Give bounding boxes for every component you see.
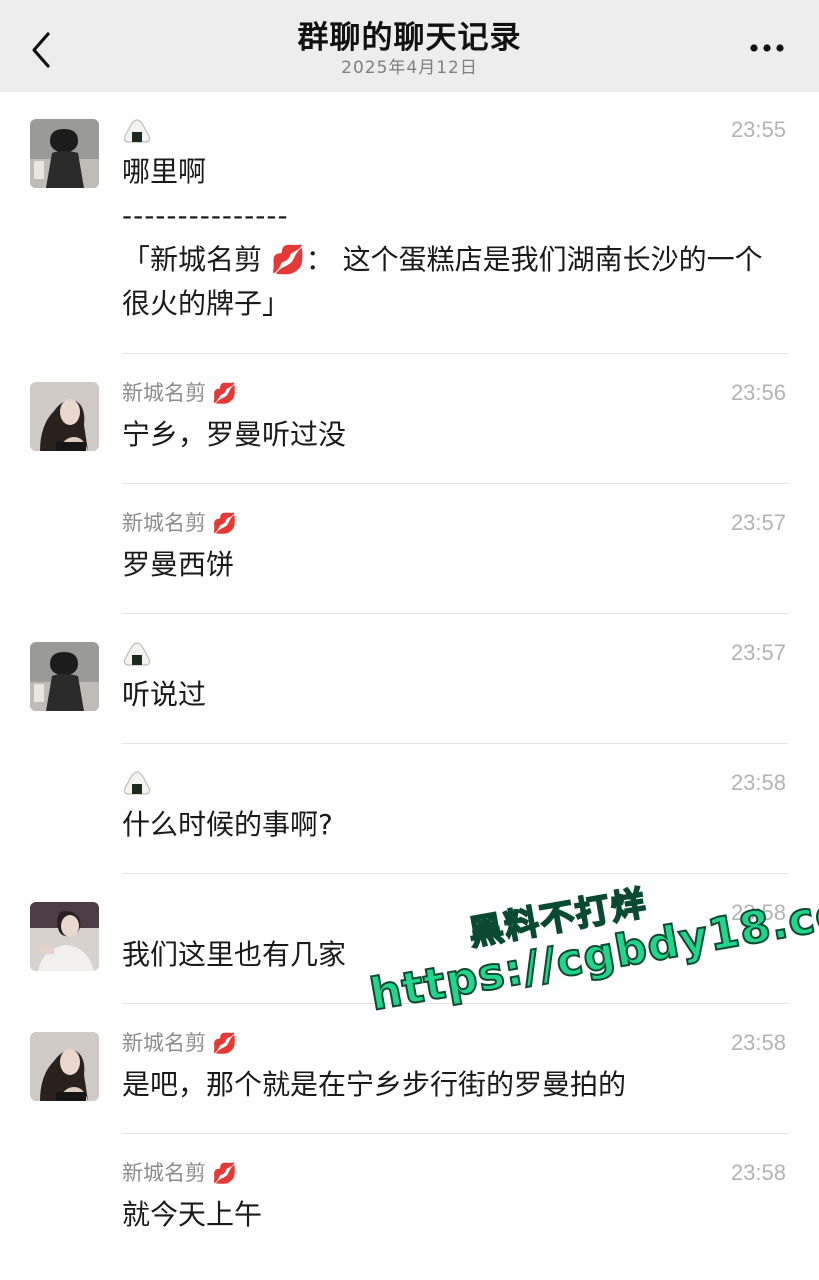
- message-time: 23:58: [730, 770, 786, 795]
- sender-name: [122, 641, 152, 667]
- page-date: 2025年4月12日: [341, 58, 478, 78]
- lips-emoji-icon: 💋: [212, 1161, 237, 1185]
- page-title: 群聊的聊天记录: [297, 20, 522, 56]
- message-time: 23:55: [730, 117, 786, 142]
- divider: [122, 743, 788, 744]
- avatar[interactable]: [30, 902, 99, 971]
- sender-name-text: 新城名剪: [122, 1031, 206, 1055]
- separator-line: ---------------: [122, 199, 289, 232]
- message-text[interactable]: 是吧，那个就是在宁乡步行街的罗曼拍的: [122, 1063, 788, 1107]
- avatar[interactable]: [30, 119, 99, 188]
- sender-name: [122, 770, 152, 796]
- avatar[interactable]: [30, 1032, 99, 1101]
- lips-emoji-icon: 💋: [212, 381, 237, 405]
- quoted-message: 「新城名剪 💋： 这个蛋糕店是我们湖南长沙的一个很火的牌子」: [122, 243, 763, 320]
- sender-name: 新城名剪 💋: [122, 510, 237, 536]
- divider: [122, 1133, 788, 1134]
- sender-name: [122, 118, 152, 144]
- sender-name: 新城名剪 💋: [122, 1030, 237, 1056]
- message-time: 23:58: [730, 900, 786, 925]
- divider: [122, 873, 788, 874]
- header-title-group: 群聊的聊天记录 2025年4月12日: [0, 18, 819, 78]
- divider: [122, 353, 788, 354]
- message-text[interactable]: 什么时候的事啊?: [122, 803, 788, 847]
- rice-ball-icon: [123, 771, 151, 795]
- more-dots-icon[interactable]: [749, 37, 785, 59]
- divider: [122, 613, 788, 614]
- sender-name-text: 新城名剪: [122, 381, 206, 405]
- message-line: 哪里啊: [122, 155, 207, 188]
- message-time: 23:56: [730, 380, 786, 405]
- sender-name: 新城名剪 💋: [122, 380, 237, 406]
- sender-name-text: 新城名剪: [122, 511, 206, 535]
- message-text[interactable]: 我们这里也有几家: [122, 933, 788, 977]
- message-text[interactable]: 罗曼西饼: [122, 543, 788, 587]
- message-time: 23:58: [730, 1030, 786, 1055]
- avatar[interactable]: [30, 642, 99, 711]
- rice-ball-icon: [123, 642, 151, 666]
- message-text[interactable]: 就今天上午: [122, 1193, 788, 1237]
- lips-emoji-icon: 💋: [212, 511, 237, 535]
- chat-history-header: 群聊的聊天记录 2025年4月12日: [0, 0, 819, 92]
- message-time: 23:57: [730, 640, 786, 665]
- message-time: 23:58: [730, 1160, 786, 1185]
- divider: [122, 1003, 788, 1004]
- divider: [122, 483, 788, 484]
- rice-ball-icon: [123, 119, 151, 143]
- message-text[interactable]: 听说过: [122, 673, 788, 717]
- message-text[interactable]: 宁乡，罗曼听过没: [122, 413, 788, 457]
- avatar[interactable]: [30, 382, 99, 451]
- message-text[interactable]: 哪里啊 --------------- 「新城名剪 💋： 这个蛋糕店是我们湖南长…: [122, 150, 788, 326]
- lips-emoji-icon: 💋: [212, 1031, 237, 1055]
- message-time: 23:57: [730, 510, 786, 535]
- sender-name-text: 新城名剪: [122, 1161, 206, 1185]
- sender-name: 新城名剪 💋: [122, 1160, 237, 1186]
